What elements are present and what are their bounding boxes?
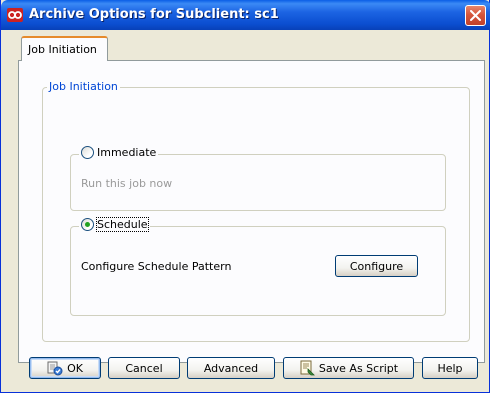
immediate-label[interactable]: Immediate <box>97 146 156 159</box>
schedule-pattern-label: Configure Schedule Pattern <box>81 260 232 273</box>
save-as-script-button[interactable]: Save As Script <box>283 357 414 379</box>
ok-icon <box>47 360 63 376</box>
cancel-button[interactable]: Cancel <box>108 357 180 379</box>
immediate-legend: Immediate <box>79 146 159 159</box>
configure-button[interactable]: Configure <box>335 255 418 277</box>
tab-job-initiation[interactable]: Job Initiation <box>21 36 108 61</box>
script-icon <box>299 360 315 376</box>
close-button[interactable] <box>465 5 486 26</box>
schedule-group: Schedule Configure Schedule Pattern Conf… <box>70 217 446 316</box>
save-as-script-label: Save As Script <box>318 361 399 375</box>
window-title: Archive Options for Subclient: sc1 <box>29 7 279 22</box>
help-button[interactable]: Help <box>422 357 478 379</box>
ok-button[interactable]: OK <box>29 357 101 379</box>
dialog-content: Job Initiation Job Initiation Immediate … <box>4 30 488 390</box>
immediate-radio[interactable] <box>81 146 94 159</box>
ok-label: OK <box>67 361 83 375</box>
title-bar[interactable]: Archive Options for Subclient: sc1 <box>1 0 490 30</box>
schedule-label[interactable]: Schedule <box>96 217 149 232</box>
advanced-button[interactable]: Advanced <box>187 357 275 379</box>
radio-selected-dot <box>85 222 90 227</box>
schedule-legend: Schedule <box>79 217 150 232</box>
immediate-description: Run this job now <box>81 177 173 190</box>
schedule-radio[interactable] <box>81 218 94 231</box>
job-initiation-group: Job Initiation Immediate Run this job no… <box>42 80 470 342</box>
tab-label: Job Initiation <box>28 43 97 56</box>
close-icon <box>470 10 481 21</box>
immediate-group: Immediate Run this job now <box>70 146 446 211</box>
infinity-icon <box>7 8 23 22</box>
dialog-window: Archive Options for Subclient: sc1 Job I… <box>0 0 490 393</box>
group-title: Job Initiation <box>47 80 120 93</box>
